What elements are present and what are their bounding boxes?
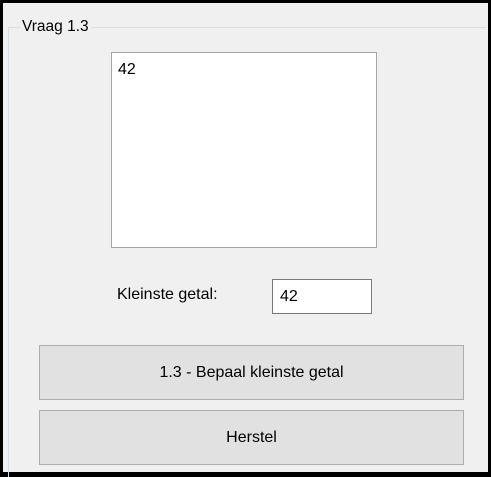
smallest-number-label: Kleinste getal: (117, 286, 218, 303)
reset-button[interactable]: Herstel (39, 410, 464, 465)
determine-smallest-button[interactable]: 1.3 - Bepaal kleinste getal (39, 345, 464, 400)
groupbox-title: Vraag 1.3 (20, 17, 91, 37)
numbers-listbox[interactable]: 42 (111, 52, 377, 248)
list-item[interactable]: 42 (118, 60, 370, 80)
smallest-number-field[interactable] (272, 279, 372, 314)
